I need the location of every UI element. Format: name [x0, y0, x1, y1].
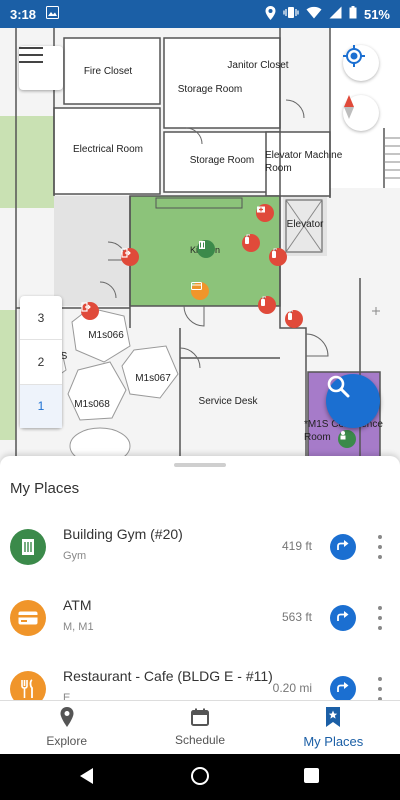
- room-label-storage-room-2: Storage Room: [189, 155, 255, 166]
- list-item[interactable]: Building Gym (#20) Gym 419 ft: [0, 519, 400, 585]
- tab-explore[interactable]: Explore: [0, 701, 133, 754]
- fire-extinguisher-marker[interactable]: [258, 296, 276, 314]
- place-distance: 419 ft: [281, 539, 312, 553]
- first-aid-marker[interactable]: [256, 204, 274, 222]
- bottom-navigation: Explore Schedule My Places: [0, 700, 400, 754]
- place-name: Restaurant - Cafe (BLDG E - #11): [63, 668, 273, 684]
- my-places-sheet: My Places Building Gym (#20) Gym 419 ft …: [0, 456, 400, 700]
- restaurant-icon: [10, 671, 46, 700]
- place-name: Building Gym (#20): [63, 526, 183, 542]
- atm-marker[interactable]: [191, 282, 209, 300]
- bookmark-star-icon: [325, 706, 341, 730]
- tab-label-explore: Explore: [46, 734, 87, 748]
- place-distance: 563 ft: [281, 610, 312, 624]
- compass-button[interactable]: [343, 95, 379, 131]
- location-status-icon: [265, 5, 276, 23]
- vibrate-icon: [283, 6, 299, 22]
- list-item[interactable]: ATM M, M1 563 ft: [0, 590, 400, 656]
- wifi-icon: [306, 6, 322, 22]
- more-options-icon[interactable]: [373, 535, 387, 559]
- signal-icon: [329, 6, 342, 22]
- floor-selector: 3 2 1: [20, 296, 62, 428]
- directions-button[interactable]: [330, 676, 356, 700]
- list-item[interactable]: Restaurant - Cafe (BLDG E - #11) E 0.20 …: [0, 661, 400, 700]
- room-label-fire-closet: Fire Closet: [83, 66, 133, 77]
- conference-marker[interactable]: [338, 430, 356, 448]
- place-category: E: [63, 692, 71, 700]
- gym-marker[interactable]: [197, 240, 215, 258]
- sheet-title: My Places: [10, 480, 80, 497]
- room-label-electrical-room: Electrical Room: [72, 144, 144, 155]
- fire-extinguisher-marker[interactable]: [285, 310, 303, 328]
- room-label-service-desk: Service Desk: [198, 396, 258, 407]
- sheet-drag-handle[interactable]: [174, 463, 226, 467]
- place-name: ATM: [63, 597, 92, 613]
- floor-button-2[interactable]: 2: [20, 340, 62, 385]
- gallery-notification-icon: [46, 6, 60, 22]
- floor-button-3[interactable]: 3: [20, 296, 62, 341]
- locate-button[interactable]: [343, 45, 379, 81]
- home-icon[interactable]: [191, 767, 209, 785]
- directions-icon: [336, 680, 350, 698]
- room-label-storage-room-1: Storage Room: [177, 84, 243, 95]
- battery-icon: [349, 6, 357, 22]
- more-options-icon[interactable]: [373, 606, 387, 630]
- directions-icon: [336, 538, 350, 556]
- tab-schedule[interactable]: Schedule: [133, 701, 266, 754]
- directions-button[interactable]: [330, 534, 356, 560]
- exit-marker[interactable]: [121, 248, 139, 266]
- fire-extinguisher-marker[interactable]: [269, 248, 287, 266]
- room-label-m1s068: M1s068: [74, 399, 110, 410]
- tab-my-places[interactable]: My Places: [267, 701, 400, 754]
- status-time: 3:18: [10, 6, 37, 22]
- floor-map[interactable]: Fire Closet Janitor Closet Storage Room …: [0, 28, 400, 468]
- room-label-m1s066: M1s066: [88, 330, 124, 341]
- menu-button[interactable]: [19, 46, 63, 90]
- building-icon: [10, 529, 46, 565]
- place-category: M, M1: [63, 621, 94, 633]
- fire-extinguisher-marker[interactable]: [242, 234, 260, 252]
- directions-icon: [336, 609, 350, 627]
- directions-button[interactable]: [330, 605, 356, 631]
- more-options-icon[interactable]: [373, 677, 387, 700]
- place-distance: 0.20 mi: [272, 681, 312, 695]
- credit-card-icon: [10, 600, 46, 636]
- battery-percent: 51%: [363, 6, 390, 22]
- floor-button-1[interactable]: 1: [20, 384, 62, 428]
- place-category: Gym: [63, 550, 87, 562]
- exit-marker[interactable]: [81, 302, 99, 320]
- search-button[interactable]: [326, 374, 380, 428]
- back-icon[interactable]: [80, 768, 93, 784]
- recent-apps-icon[interactable]: [304, 768, 319, 783]
- location-pin-icon: [60, 707, 74, 730]
- calendar-icon: [190, 708, 209, 729]
- room-label-m1s067: M1s067: [135, 373, 171, 384]
- status-bar: 3:18 51%: [0, 0, 400, 28]
- room-label-elevator-machine-room: Elevator Machine Room: [265, 150, 343, 174]
- tab-label-my-places: My Places: [303, 733, 364, 749]
- room-label-janitor-closet: Janitor Closet: [227, 60, 289, 71]
- tab-label-schedule: Schedule: [174, 733, 226, 747]
- system-navigation-bar: [0, 754, 400, 800]
- room-label-elevator: Elevator: [286, 219, 324, 230]
